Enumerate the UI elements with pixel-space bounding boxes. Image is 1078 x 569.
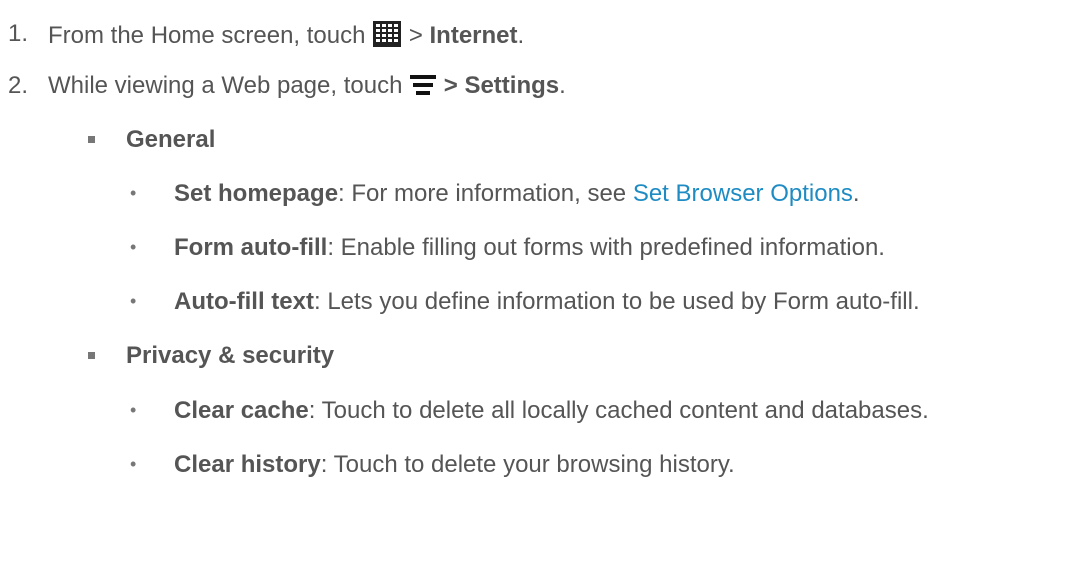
- step-2-tail: .: [559, 72, 566, 99]
- step-2: 2.: [8, 72, 28, 100]
- item-term: Form auto-fill: [174, 234, 328, 261]
- step-1-text: From the Home screen, touch > Internet.: [48, 20, 524, 55]
- item-tail: .: [852, 180, 860, 207]
- step-1-tail: .: [517, 22, 525, 49]
- bullet-icon: •: [130, 454, 137, 474]
- set-browser-options-link[interactable]: Set Browser Options: [633, 180, 853, 207]
- item-term: Auto-fill text: [174, 288, 314, 315]
- menu-icon: [409, 72, 437, 105]
- list-item: Clear history: Touch to delete your brow…: [174, 451, 735, 479]
- step-2-text-before: While viewing a Web page, touch: [48, 72, 403, 99]
- item-description: : Touch to delete all locally cached con…: [308, 397, 929, 424]
- list-item: Clear cache: Touch to delete all locally…: [174, 397, 929, 425]
- step-1: 1.: [8, 20, 28, 48]
- bullet-icon: •: [130, 400, 137, 420]
- step-1-target: Internet: [429, 22, 518, 49]
- section-title-general: General: [126, 126, 216, 153]
- item-term: Clear cache: [174, 397, 309, 424]
- item-separator: : For more information, see: [338, 180, 633, 207]
- step-1-number: 1.: [8, 20, 29, 47]
- list-item: Set homepage: For more information, see …: [174, 180, 860, 208]
- bullet-icon: •: [130, 237, 137, 257]
- square-bullet-icon: [88, 136, 95, 143]
- item-description: : Enable filling out forms with predefin…: [327, 234, 885, 261]
- step-2-text: While viewing a Web page, touch > Settin…: [48, 72, 566, 105]
- step-2-number: 2.: [8, 72, 29, 99]
- bullet-icon: •: [130, 183, 137, 203]
- step-1-separator: >: [408, 22, 430, 49]
- list-item: Auto-fill text: Lets you define informat…: [174, 288, 920, 316]
- section-title-privacy-security: Privacy & security: [126, 342, 335, 369]
- step-1-text-before: From the Home screen, touch: [48, 22, 366, 49]
- list-item: Form auto-fill: Enable filling out forms…: [174, 234, 885, 262]
- item-description: : Lets you define information to be used…: [313, 288, 920, 315]
- square-bullet-icon: [88, 352, 95, 359]
- bullet-icon: •: [130, 291, 137, 311]
- step-2-target: > Settings: [443, 72, 560, 99]
- item-term: Clear history: [174, 451, 321, 478]
- apps-grid-icon: [372, 20, 402, 55]
- item-term: Set homepage: [174, 180, 339, 207]
- item-description: : Touch to delete your browsing history.: [320, 451, 735, 478]
